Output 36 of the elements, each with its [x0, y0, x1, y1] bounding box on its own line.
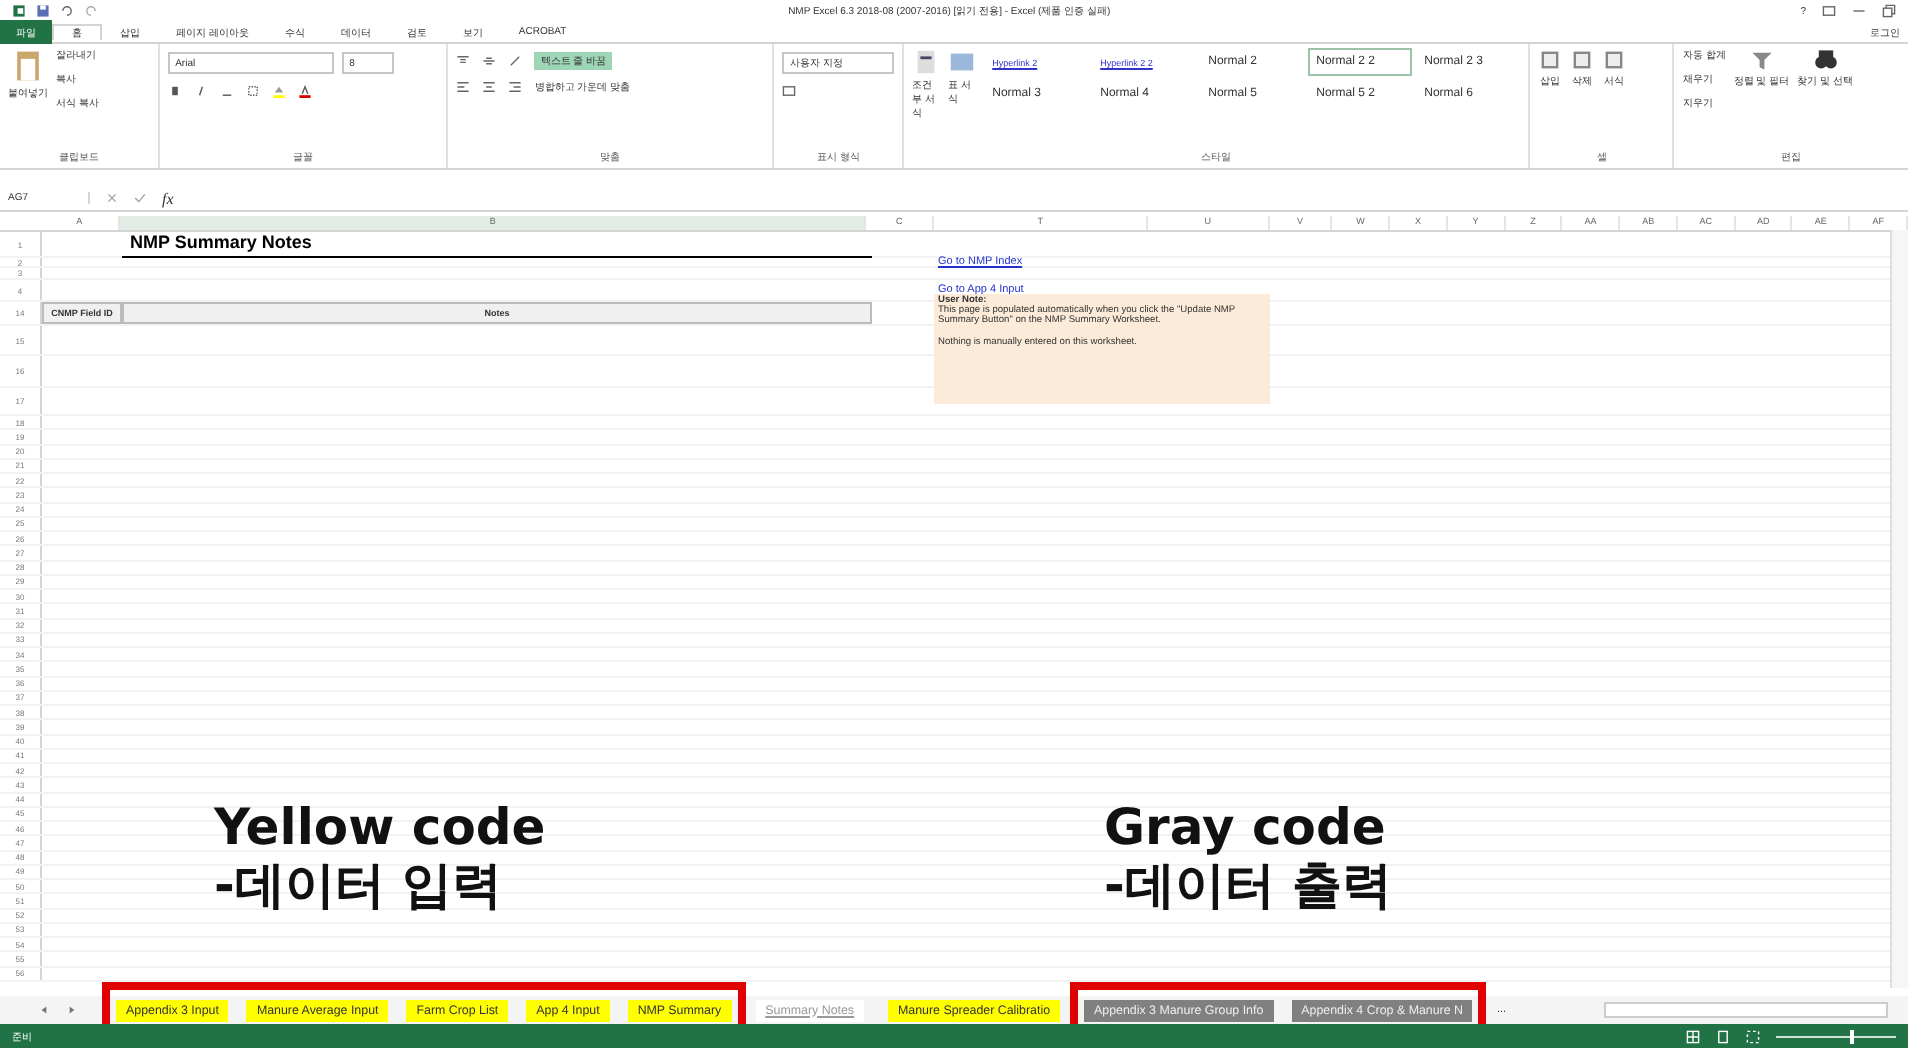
- restore-icon[interactable]: [1882, 4, 1896, 18]
- font-color-icon[interactable]: [297, 84, 312, 98]
- italic-icon[interactable]: [193, 84, 208, 98]
- insert-function-button[interactable]: fx: [162, 189, 174, 207]
- annotation-title: Gray code: [1104, 800, 1388, 858]
- align-right-icon[interactable]: [508, 80, 523, 94]
- align-center-icon[interactable]: [482, 80, 497, 94]
- annotation-title: Yellow code: [214, 800, 546, 858]
- annotation-subtitle: -데이터 입력: [214, 857, 505, 915]
- cancel-icon[interactable]: [106, 192, 118, 204]
- normal-view-icon[interactable]: [1686, 1029, 1700, 1043]
- page-break-icon[interactable]: [1746, 1029, 1760, 1043]
- cell-icon[interactable]: [1602, 48, 1627, 72]
- align-top-icon[interactable]: [456, 54, 471, 68]
- page-layout-icon[interactable]: [1716, 1029, 1730, 1043]
- cell-icon[interactable]: [1538, 48, 1563, 72]
- align-left-icon[interactable]: [456, 80, 471, 94]
- binoculars-icon[interactable]: [1813, 48, 1837, 72]
- prev-sheet-icon[interactable]: [38, 1004, 50, 1016]
- save-icon[interactable]: [36, 4, 50, 18]
- vertical-scrollbar[interactable]: [1890, 230, 1908, 988]
- annotation-subtitle: -데이터 출력: [1104, 857, 1393, 915]
- orientation-icon[interactable]: [508, 54, 523, 68]
- sheet-title: NMP Summary Notes: [122, 231, 872, 257]
- excel-icon[interactable]: [12, 4, 26, 18]
- undo-icon[interactable]: [60, 4, 74, 18]
- fill-color-icon[interactable]: [271, 84, 286, 98]
- sort-filter-icon[interactable]: [1749, 48, 1774, 72]
- next-sheet-icon[interactable]: [66, 1004, 78, 1016]
- border-icon[interactable]: [245, 84, 260, 98]
- ribbon-display-icon[interactable]: [1822, 4, 1836, 18]
- align-middle-icon[interactable]: [482, 54, 497, 68]
- minimize-icon[interactable]: [1852, 4, 1866, 18]
- horizontal-scrollbar[interactable]: [1604, 1002, 1888, 1018]
- enter-icon[interactable]: [134, 192, 146, 204]
- cell-icon[interactable]: [1570, 48, 1595, 72]
